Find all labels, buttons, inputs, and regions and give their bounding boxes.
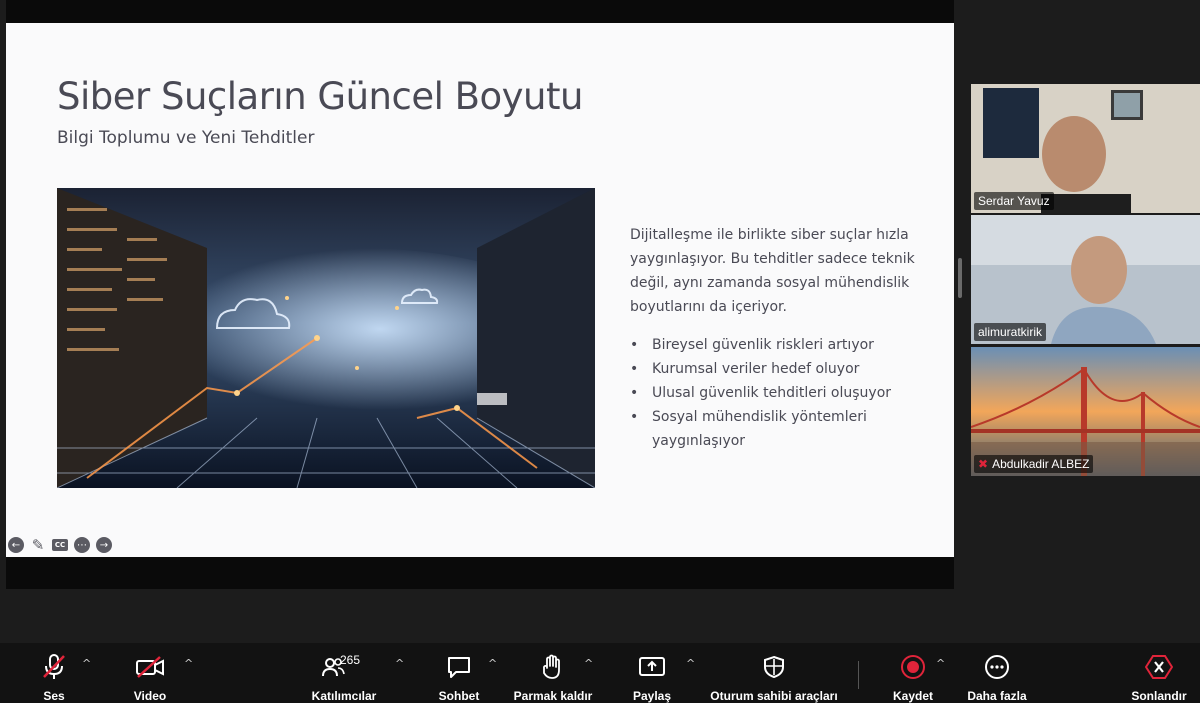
host-tools-button[interactable]: Oturum sahibi araçları	[710, 643, 838, 703]
video-options-caret-icon[interactable]: ^	[184, 657, 193, 670]
meeting-toolbar: Ses ^ Video ^ 265 Katılımcılar ^ Sohbet …	[0, 643, 1200, 703]
share-label: Paylaş	[632, 689, 672, 703]
record-label: Kaydet	[892, 689, 933, 703]
shield-icon	[764, 655, 784, 678]
pen-icon[interactable]: ✎	[30, 536, 46, 554]
chat-button[interactable]: Sohbet	[436, 643, 482, 703]
presentation-slide: Siber Suçların Güncel Boyutu Bilgi Toplu…	[6, 23, 954, 557]
record-options-caret-icon[interactable]: ^	[936, 657, 945, 670]
slide-subtitle: Bilgi Toplumu ve Yeni Tehditler	[57, 128, 315, 148]
more-icon	[985, 654, 1009, 679]
raise-hand-button[interactable]: Parmak kaldır	[512, 643, 594, 703]
participants-button[interactable]: 265 Katılımcılar	[311, 643, 377, 703]
slide-controls: ← ✎ CC ⋯ →	[8, 536, 112, 554]
participants-label: Katılımcılar	[311, 689, 377, 703]
bullet-item: Sosyal mühendislik yöntemleri yaygınlaşı…	[630, 405, 920, 453]
toolbar-divider	[858, 661, 859, 689]
datacenter-image	[57, 188, 595, 488]
participant-tile[interactable]: ✖ Abdulkadir ALBEZ	[971, 347, 1200, 476]
slide-title: Siber Suçların Güncel Boyutu	[57, 75, 583, 118]
participants-count: 265	[340, 653, 361, 667]
end-meeting-label: Sonlandır	[1131, 689, 1187, 703]
participant-tile[interactable]: Serdar Yavuz	[971, 84, 1200, 213]
share-button[interactable]: Paylaş	[632, 643, 672, 703]
end-meeting-icon	[1145, 654, 1173, 679]
participant-name: Abdulkadir ALBEZ	[992, 457, 1090, 471]
participant-name: alimuratkirik	[974, 323, 1047, 341]
bullet-list: Bireysel güvenlik riskleri artıyor Kurum…	[630, 333, 920, 453]
bullet-item: Kurumsal veriler hedef oluyor	[630, 357, 920, 381]
bullet-item: Ulusal güvenlik tehditleri oluşuyor	[630, 381, 920, 405]
raise-hand-options-caret-icon[interactable]: ^	[584, 657, 593, 670]
audio-options-caret-icon[interactable]: ^	[82, 657, 91, 670]
participants-options-caret-icon[interactable]: ^	[395, 657, 404, 670]
more-options-icon[interactable]: ⋯	[74, 537, 90, 553]
captions-icon[interactable]: CC	[52, 539, 68, 551]
bullet-item: Bireysel güvenlik riskleri artıyor	[630, 333, 920, 357]
chat-label: Sohbet	[438, 689, 480, 703]
share-options-caret-icon[interactable]: ^	[686, 657, 695, 670]
record-button[interactable]: Kaydet	[892, 643, 934, 703]
panel-resize-handle[interactable]	[958, 258, 962, 298]
meeting-window: Siber Suçların Güncel Boyutu Bilgi Toplu…	[0, 0, 1200, 703]
more-label: Daha fazla	[967, 689, 1027, 703]
muted-mic-icon: ✖	[978, 457, 989, 471]
slide-body: Dijitalleşme ile birlikte siber suçlar h…	[630, 223, 920, 453]
video-button[interactable]: Video	[130, 643, 170, 703]
participant-tile-active-speaker[interactable]: alimuratkirik	[971, 215, 1200, 344]
video-off-icon	[136, 655, 164, 678]
audio-button[interactable]: Ses	[38, 643, 70, 703]
audio-label: Ses	[43, 689, 65, 703]
participant-name: Serdar Yavuz	[974, 192, 1054, 210]
chat-options-caret-icon[interactable]: ^	[488, 657, 497, 670]
participant-name-row: ✖ Abdulkadir ALBEZ	[974, 455, 1094, 473]
share-screen-icon	[639, 656, 665, 676]
raise-hand-label: Parmak kaldır	[513, 689, 593, 703]
muted-microphone-icon	[43, 653, 65, 679]
video-label: Video	[133, 689, 167, 703]
previous-slide-icon[interactable]: ←	[8, 537, 24, 553]
chat-icon	[448, 656, 470, 678]
host-tools-label: Oturum sahibi araçları	[710, 689, 838, 703]
slide-paragraph: Dijitalleşme ile birlikte siber suçlar h…	[630, 227, 915, 315]
record-icon	[901, 654, 925, 679]
next-slide-icon[interactable]: →	[96, 537, 112, 553]
end-meeting-button[interactable]: Sonlandır	[1130, 643, 1188, 703]
raise-hand-icon	[543, 654, 560, 679]
more-button[interactable]: Daha fazla	[966, 643, 1028, 703]
